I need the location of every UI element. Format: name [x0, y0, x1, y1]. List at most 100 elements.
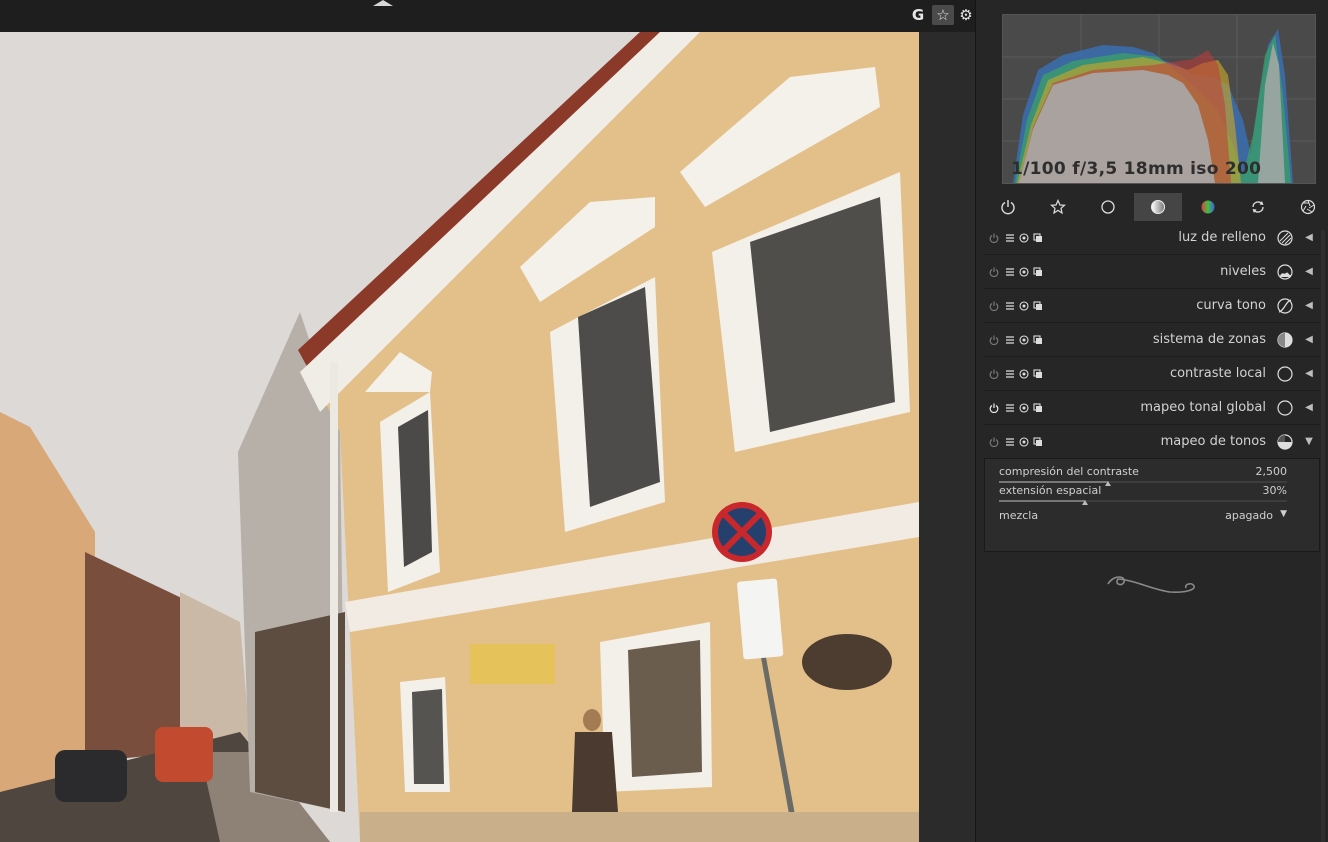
slider-value: 2,500: [1255, 465, 1288, 478]
presets-menu-icon[interactable]: [1004, 401, 1016, 415]
tab-effect[interactable]: [1284, 193, 1328, 221]
module-row[interactable]: curva tono ◀: [984, 290, 1320, 323]
multi-instance-icon[interactable]: [1032, 401, 1044, 415]
presets-menu-icon[interactable]: [1004, 333, 1016, 347]
reset-icon[interactable]: [1018, 265, 1030, 279]
expand-arrow-icon[interactable]: ◀: [1302, 367, 1316, 381]
slider-label: compresión del contraste: [999, 465, 1139, 478]
module-name: contraste local: [1169, 366, 1266, 381]
expand-arrow-icon[interactable]: ◀: [1302, 265, 1316, 279]
spatial-extent-slider[interactable]: extensión espacial 30%: [999, 484, 1287, 505]
reset-icon[interactable]: [1018, 401, 1030, 415]
expand-arrow-icon[interactable]: ◀: [1302, 401, 1316, 415]
tab-active-modules[interactable]: [984, 193, 1032, 221]
expand-top-panel-arrow-icon[interactable]: [373, 0, 393, 6]
reset-icon[interactable]: [1018, 435, 1030, 449]
image-canvas[interactable]: [0, 32, 919, 842]
module-name: sistema de zonas: [1152, 332, 1266, 347]
local-contrast-icon: [1276, 365, 1294, 383]
fill-light-icon: [1276, 229, 1294, 247]
tone-circle-icon: [1151, 200, 1165, 214]
module-name: mapeo tonal global: [1140, 400, 1266, 415]
presets-menu-icon[interactable]: [1004, 265, 1016, 279]
levels-icon: [1276, 263, 1294, 281]
module-row[interactable]: luz de relleno ◀: [984, 222, 1320, 255]
panel-scrollbar[interactable]: [1321, 230, 1325, 842]
expand-arrow-icon[interactable]: ◀: [1302, 299, 1316, 313]
expand-arrow-icon[interactable]: ◀: [1302, 231, 1316, 245]
aperture-icon: [1300, 199, 1316, 215]
module-row[interactable]: contraste local ◀: [984, 358, 1320, 391]
tonemap-module-body: compresión del contraste 2,500 extensión…: [984, 458, 1320, 552]
slider-track[interactable]: [999, 481, 1287, 486]
slider-handle[interactable]: [1082, 500, 1089, 505]
reset-icon[interactable]: [1018, 333, 1030, 347]
histogram[interactable]: 1/100 f/3,5 18mm iso 200: [1002, 14, 1316, 184]
star-icon: [1050, 199, 1066, 215]
module-enable-power-icon[interactable]: [988, 435, 1000, 449]
combobox-label: mezcla: [999, 509, 1039, 522]
exif-info: 1/100 f/3,5 18mm iso 200: [1011, 159, 1262, 179]
module-name: niveles: [1220, 264, 1266, 279]
canvas-margin: [919, 32, 975, 842]
reset-icon[interactable]: [1018, 367, 1030, 381]
global-tonemap-icon: [1276, 399, 1294, 417]
tab-basic[interactable]: [1084, 193, 1132, 221]
combobox-value: apagado: [1225, 509, 1273, 522]
blend-mode-combobox[interactable]: mezcla apagado ▼: [999, 509, 1289, 525]
tab-tone[interactable]: [1134, 193, 1182, 221]
darkroom-right-panel: 1/100 f/3,5 18mm iso 200 luz de relleno …: [976, 0, 1328, 842]
favorites-star-button[interactable]: ☆: [932, 5, 954, 25]
panel-end-ornament-icon: [1104, 570, 1200, 602]
contrast-compression-slider[interactable]: compresión del contraste 2,500: [999, 465, 1288, 486]
module-enable-power-icon[interactable]: [988, 367, 1000, 381]
expand-arrow-icon[interactable]: ▼: [1302, 435, 1316, 449]
module-group-tabs: [984, 193, 1328, 221]
chevron-down-icon: ▼: [1280, 509, 1287, 519]
street-photo: [0, 32, 919, 842]
module-name: luz de relleno: [1178, 230, 1266, 245]
slider-fill: [999, 500, 1086, 502]
tab-color[interactable]: [1184, 193, 1232, 221]
module-enable-power-icon[interactable]: [988, 265, 1000, 279]
multi-instance-icon[interactable]: [1032, 435, 1044, 449]
multi-instance-icon[interactable]: [1032, 265, 1044, 279]
module-row[interactable]: sistema de zonas ◀: [984, 324, 1320, 357]
presets-menu-icon[interactable]: [1004, 367, 1016, 381]
tab-correct[interactable]: [1234, 193, 1282, 221]
histogram-plot: [1003, 15, 1315, 183]
presets-menu-icon[interactable]: [1004, 231, 1016, 245]
preferences-gear-button[interactable]: ⚙: [956, 5, 976, 25]
reset-icon[interactable]: [1018, 299, 1030, 313]
multi-instance-icon[interactable]: [1032, 367, 1044, 381]
module-row[interactable]: mapeo de tonos ▼: [984, 426, 1320, 459]
slider-label: extensión espacial: [999, 484, 1102, 497]
presets-menu-icon[interactable]: [1004, 299, 1016, 313]
tone-curve-icon: [1276, 297, 1294, 315]
module-enable-power-icon[interactable]: [988, 299, 1000, 313]
top-toolbar: G ☆ ⚙: [0, 0, 976, 32]
multi-instance-icon[interactable]: [1032, 231, 1044, 245]
module-enable-power-icon[interactable]: [988, 231, 1000, 245]
module-name: curva tono: [1196, 298, 1266, 313]
grouping-button[interactable]: G: [908, 5, 928, 25]
tonemap-icon: [1276, 433, 1294, 451]
multi-instance-icon[interactable]: [1032, 299, 1044, 313]
zone-system-icon: [1276, 331, 1294, 349]
slider-value: 30%: [1262, 484, 1287, 497]
tab-favorites[interactable]: [1034, 193, 1082, 221]
module-row[interactable]: niveles ◀: [984, 256, 1320, 289]
presets-menu-icon[interactable]: [1004, 435, 1016, 449]
expand-arrow-icon[interactable]: ◀: [1302, 333, 1316, 347]
module-row[interactable]: mapeo tonal global ◀: [984, 392, 1320, 425]
circle-icon: [1101, 200, 1115, 214]
slider-track[interactable]: [999, 500, 1287, 505]
rotate-icon: [1252, 201, 1264, 213]
multi-instance-icon[interactable]: [1032, 333, 1044, 347]
module-enable-power-icon[interactable]: [988, 401, 1000, 415]
module-enable-power-icon[interactable]: [988, 333, 1000, 347]
slider-fill: [999, 481, 1109, 483]
module-name: mapeo de tonos: [1160, 434, 1266, 449]
power-icon: [1001, 200, 1015, 215]
reset-icon[interactable]: [1018, 231, 1030, 245]
